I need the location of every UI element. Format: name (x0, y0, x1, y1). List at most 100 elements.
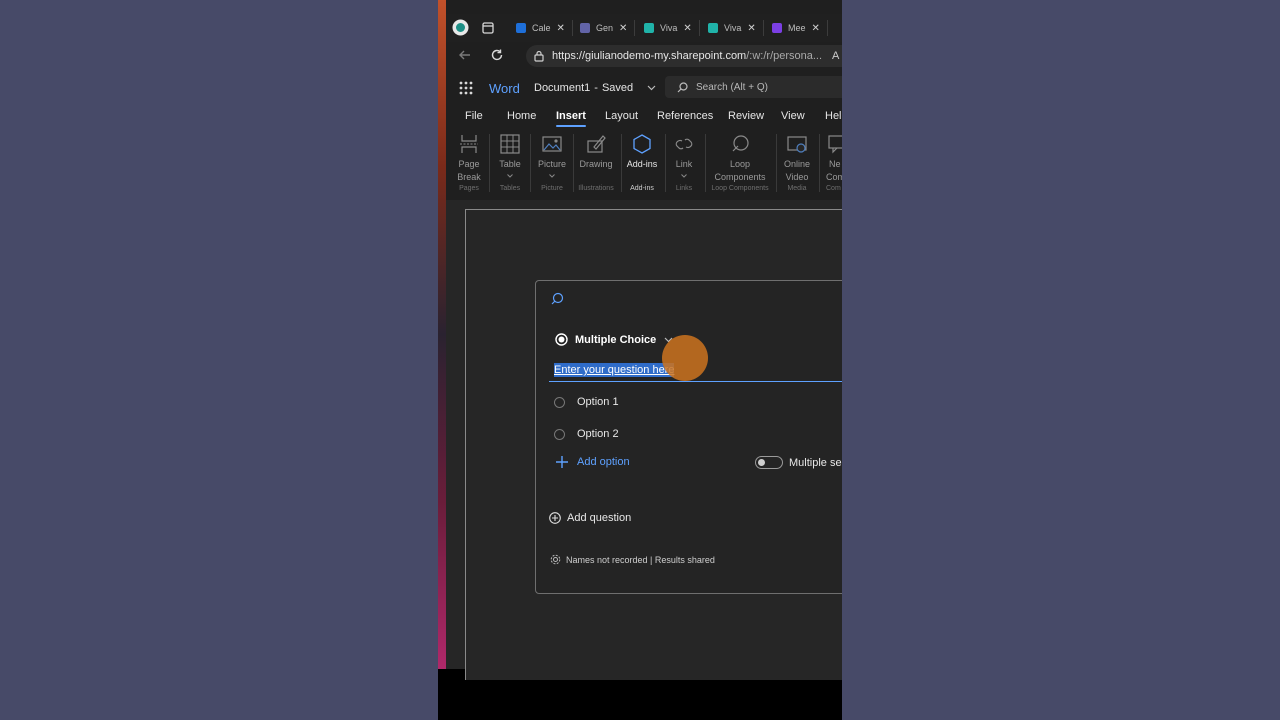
document-title-menu[interactable]: Document1 - Saved (534, 82, 656, 94)
tab-favicon-icon (772, 23, 782, 33)
page-break-button[interactable]: Page Break Pages (452, 130, 486, 192)
back-arrow-icon[interactable] (458, 48, 472, 62)
browser-tab[interactable]: Viva ✕ (708, 19, 764, 37)
tab-divider (634, 20, 636, 36)
question-placeholder: Enter your question here (554, 363, 675, 377)
plus-icon (556, 456, 568, 468)
screen-recording-frame: Cale ✕ Gen ✕ Viva ✕ Viva ✕ Mee ✕ https://giuliano… (438, 0, 842, 720)
page-break-label-2: Break (457, 172, 481, 182)
close-icon[interactable]: ✕ (747, 23, 755, 34)
search-box[interactable]: Search (Alt + Q) (665, 76, 842, 98)
background-left (0, 0, 438, 720)
background-right (842, 0, 1280, 720)
question-type-label: Multiple Choice (575, 333, 657, 346)
link-button[interactable]: Link Links (668, 130, 700, 192)
insert-ribbon: Page Break Pages Table Tables Picture Pi… (446, 130, 842, 196)
close-icon[interactable]: ✕ (683, 23, 691, 34)
tab-divider (826, 20, 828, 36)
ribbon-divider (573, 134, 574, 192)
poll-option-2[interactable]: Option 2 (554, 428, 619, 440)
group-comments: Com (826, 185, 841, 192)
add-question-button[interactable]: Add question (549, 512, 631, 524)
ribbon-divider (819, 134, 820, 192)
tab-references[interactable]: References (657, 110, 713, 122)
tab-divider (571, 20, 573, 36)
ribbon-divider (705, 134, 706, 192)
comment-label-2: Com (826, 172, 842, 182)
read-aloud-icon[interactable]: A (832, 50, 839, 62)
table-button[interactable]: Table Tables (493, 130, 527, 192)
lock-icon (534, 50, 544, 62)
url-host: https://giulianodemo-my.sharepoint.com (552, 50, 747, 62)
poll-settings[interactable]: Names not recorded | Results shared (550, 554, 715, 565)
loop-label-2: Components (714, 172, 766, 182)
tab-favicon-icon (580, 23, 590, 33)
chevron-down-icon (549, 174, 555, 178)
chevron-down-icon (507, 174, 513, 178)
edge-profile-icon[interactable] (452, 19, 469, 36)
picture-icon (542, 136, 562, 152)
search-placeholder: Search (Alt + Q) (696, 81, 768, 93)
group-picture: Picture (541, 185, 563, 192)
loop-components-button[interactable]: Loop Components Loop Components (709, 130, 771, 192)
tab-title: Mee (788, 23, 806, 33)
tab-home[interactable]: Home (507, 110, 536, 122)
poll-option-1[interactable]: Option 1 (554, 396, 619, 408)
tab-title: Cale (532, 23, 551, 33)
comment-icon (828, 135, 842, 154)
desktop-wallpaper-strip (438, 0, 446, 669)
new-comment-button[interactable]: Ne Com Com (822, 130, 842, 192)
add-ins-button[interactable]: Add-ins Add-ins (624, 130, 660, 192)
tab-review[interactable]: Review (728, 110, 764, 122)
loop-poll-card: Multiple Choice Enter your question here… (535, 280, 842, 594)
tab-divider (698, 20, 700, 36)
tab-layout[interactable]: Layout (605, 110, 638, 122)
tab-view[interactable]: View (781, 110, 805, 122)
question-type-dropdown[interactable]: Multiple Choice (555, 333, 673, 346)
title-separator: - (594, 82, 598, 94)
option-1-label: Option 1 (577, 396, 619, 408)
browser-tab[interactable]: Mee ✕ (772, 19, 828, 37)
add-ins-label: Add-ins (626, 159, 658, 169)
close-icon[interactable]: ✕ (619, 23, 627, 34)
loop-component-icon[interactable] (550, 292, 564, 306)
refresh-icon[interactable] (490, 48, 504, 62)
close-icon[interactable]: ✕ (557, 23, 565, 34)
drawing-icon (587, 135, 606, 153)
search-icon (677, 81, 688, 92)
drawing-button[interactable]: Drawing Illustrations (576, 130, 616, 192)
tab-title: Viva (724, 23, 742, 33)
tab-file[interactable]: File (465, 110, 483, 122)
ribbon-divider (489, 134, 490, 192)
online-video-button[interactable]: Online Video Media (779, 130, 815, 192)
tab-insert[interactable]: Insert (556, 110, 586, 127)
close-icon[interactable]: ✕ (812, 23, 820, 34)
tab-help[interactable]: Help (825, 110, 842, 122)
tab-actions-icon[interactable] (482, 22, 494, 34)
url-field[interactable]: https://giulianodemo-my.sharepoint.com/:… (526, 45, 842, 67)
browser-tab[interactable]: Viva ✕ (644, 19, 700, 37)
ribbon-divider (776, 134, 777, 192)
multiple-select-toggle[interactable]: Multiple sel (755, 456, 842, 469)
poll-settings-label: Names not recorded | Results shared (566, 554, 715, 565)
group-add-ins: Add-ins (630, 185, 654, 192)
group-links: Links (675, 185, 693, 192)
ribbon-divider (530, 134, 531, 192)
option-2-label: Option 2 (577, 428, 619, 440)
browser-tab[interactable]: Cale ✕ (516, 19, 573, 37)
app-name[interactable]: Word (489, 81, 520, 96)
picture-button[interactable]: Picture Picture (532, 130, 572, 192)
word-header: Word Document1 - Saved Search (Alt + Q) (446, 74, 842, 102)
table-label: Table (499, 159, 521, 169)
loop-label: Loop (729, 159, 751, 169)
add-option-label: Add option (577, 456, 630, 468)
app-launcher-icon[interactable] (459, 81, 473, 95)
loop-icon (732, 135, 749, 152)
add-option-button[interactable]: Add option (556, 456, 630, 468)
url-path: /:w:/r/persona... (746, 50, 823, 62)
group-media: Media (787, 185, 807, 192)
browser-tab[interactable]: Gen ✕ (580, 19, 636, 37)
video-label-2: Video (785, 172, 809, 182)
toggle-switch (755, 456, 783, 469)
video-label: Online (783, 159, 810, 169)
